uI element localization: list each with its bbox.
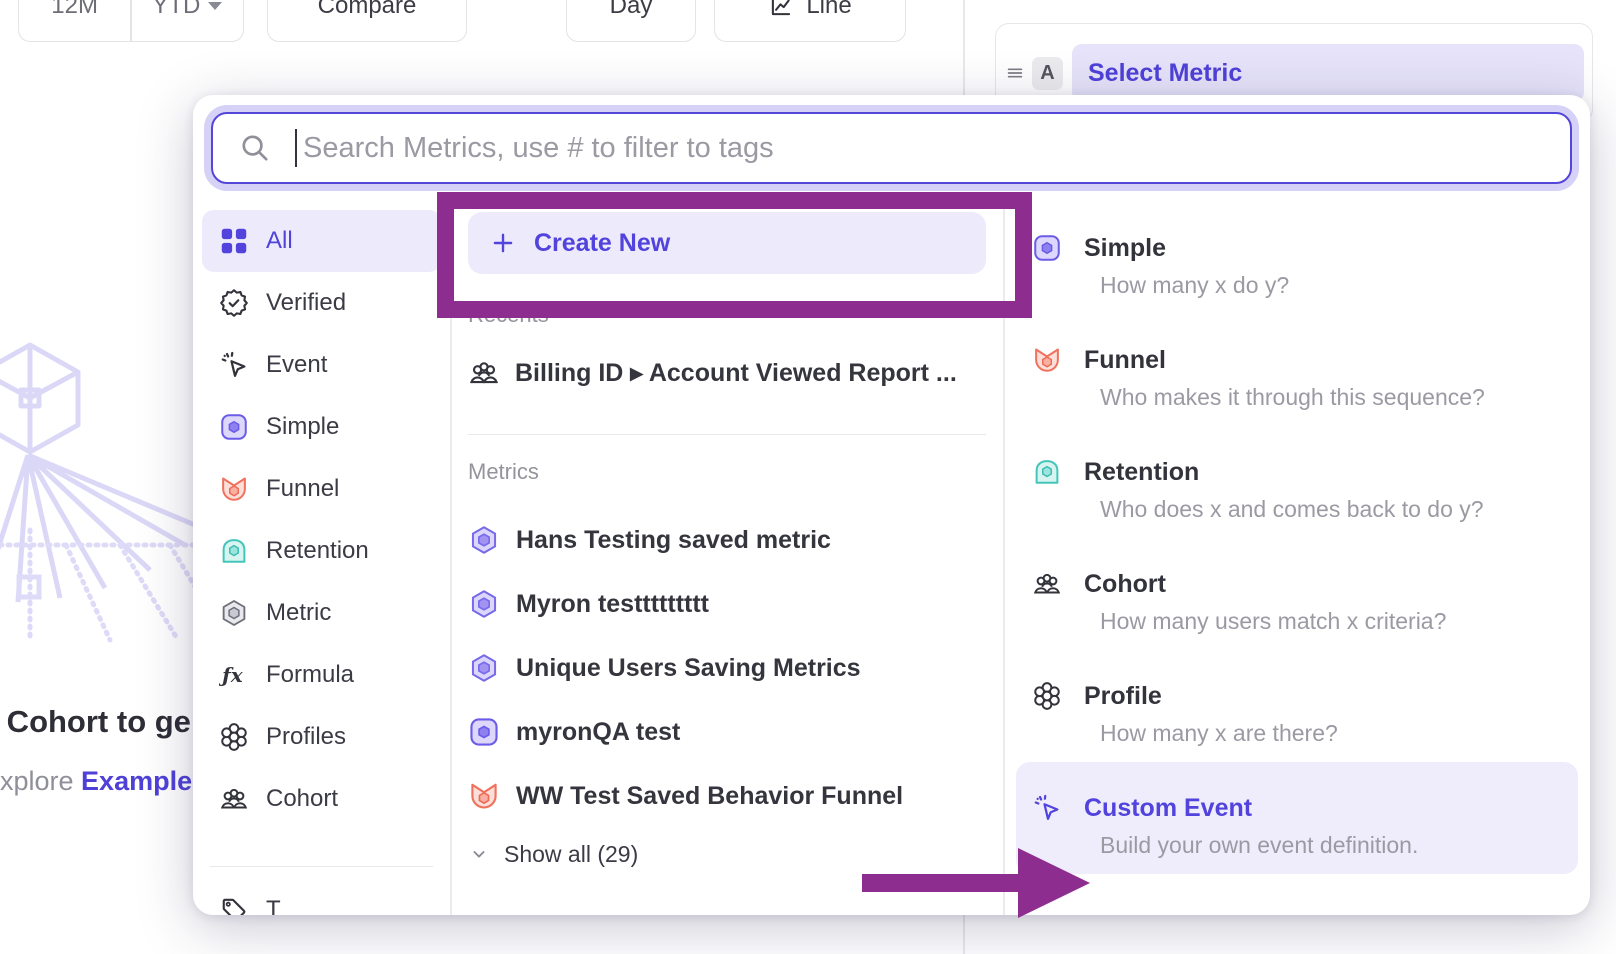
type-custom-event[interactable]: Custom Event Build your own event defini… <box>1016 762 1578 874</box>
funnel-icon <box>219 474 249 504</box>
empty-state-illustration <box>0 330 200 670</box>
sidebar-divider <box>210 866 433 867</box>
simple-metric-icon <box>219 412 249 442</box>
metric-hexagon-icon <box>219 598 249 628</box>
sidebar-item-verified[interactable]: Verified <box>202 272 441 334</box>
compare-button[interactable]: Compare <box>267 0 467 42</box>
list-divider <box>468 434 986 435</box>
type-cohort[interactable]: Cohort How many users match x criteria? <box>1016 538 1578 650</box>
metric-list-item[interactable]: Unique Users Saving Metrics <box>468 636 986 700</box>
profiles-icon <box>1032 681 1062 711</box>
metric-list-item[interactable]: Myron testtttttttt <box>468 572 986 636</box>
type-funnel[interactable]: Funnel Who makes it through this sequenc… <box>1016 314 1578 426</box>
chart-type-line-button[interactable]: Line <box>714 0 906 42</box>
sidebar-item-simple[interactable]: Simple <box>202 396 441 458</box>
tag-icon <box>219 895 249 915</box>
sidebar-item-funnel[interactable]: Funnel <box>202 458 441 520</box>
sidebar-item-retention[interactable]: Retention <box>202 520 441 582</box>
sidebar-item-event[interactable]: Event <box>202 334 441 396</box>
funnel-icon <box>468 780 500 812</box>
formula-fx-icon <box>219 660 249 690</box>
select-metric-field[interactable]: Select Metric <box>1072 44 1584 102</box>
annotation-highlight-box <box>437 192 1032 318</box>
cohort-icon <box>468 357 500 389</box>
cohort-icon <box>1032 569 1062 599</box>
retention-icon <box>219 536 249 566</box>
search-bar[interactable] <box>211 112 1572 184</box>
search-input[interactable] <box>297 132 1570 165</box>
metric-hexagon-icon <box>468 524 500 556</box>
empty-state-subtext: xplore Example R <box>0 766 193 797</box>
type-simple[interactable]: Simple How many x do y? <box>1016 202 1578 314</box>
metric-list-item[interactable]: Hans Testing saved metric <box>468 508 986 572</box>
date-range-segmented-control[interactable]: 12M YTD <box>18 0 244 42</box>
custom-event-cursor-icon <box>1032 793 1062 823</box>
range-12m-button[interactable]: 12M <box>19 0 130 41</box>
cohort-icon <box>219 784 249 814</box>
simple-metric-icon <box>468 716 500 748</box>
search-icon <box>239 132 271 164</box>
metric-types-column: Simple How many x do y? Funnel Who makes… <box>1004 198 1590 915</box>
granularity-day-button[interactable]: Day <box>566 0 696 42</box>
metric-hexagon-icon <box>468 652 500 684</box>
sidebar-item-tags[interactable]: T <box>202 879 441 915</box>
line-chart-icon <box>768 0 794 19</box>
event-cursor-icon <box>219 350 249 380</box>
caret-down-icon <box>208 2 222 10</box>
sidebar-item-profiles[interactable]: Profiles <box>202 706 441 768</box>
sidebar-item-metric[interactable]: Metric <box>202 582 441 644</box>
retention-icon <box>1032 457 1062 487</box>
example-link[interactable]: Example <box>81 766 192 796</box>
sidebar-item-cohort[interactable]: Cohort <box>202 768 441 830</box>
grid-icon <box>219 226 249 256</box>
profiles-icon <box>219 722 249 752</box>
range-ytd-button[interactable]: YTD <box>132 0 243 41</box>
drag-handle-icon[interactable] <box>1004 62 1026 84</box>
simple-metric-icon <box>1032 233 1062 263</box>
category-sidebar: All Verified Event Simple Funnel Retenti… <box>193 198 450 915</box>
metric-hexagon-icon <box>468 588 500 620</box>
type-retention[interactable]: Retention Who does x and comes back to d… <box>1016 426 1578 538</box>
type-profile[interactable]: Profile How many x are there? <box>1016 650 1578 762</box>
metrics-heading: Metrics <box>468 459 986 485</box>
sidebar-item-formula[interactable]: Formula <box>202 644 441 706</box>
recent-item[interactable]: Billing ID ▸ Account Viewed Report ... <box>468 352 986 394</box>
metric-list-item[interactable]: myronQA test <box>468 700 986 764</box>
annotation-arrow <box>858 846 1094 920</box>
empty-state-headline: r Cohort to ge <box>0 704 191 740</box>
chevron-down-icon <box>468 843 490 865</box>
funnel-icon <box>1032 345 1062 375</box>
sidebar-item-all[interactable]: All <box>202 210 441 272</box>
verified-badge-icon <box>219 288 249 318</box>
metric-row-badge: A <box>1032 57 1063 90</box>
metric-list-item[interactable]: WW Test Saved Behavior Funnel <box>468 764 986 828</box>
